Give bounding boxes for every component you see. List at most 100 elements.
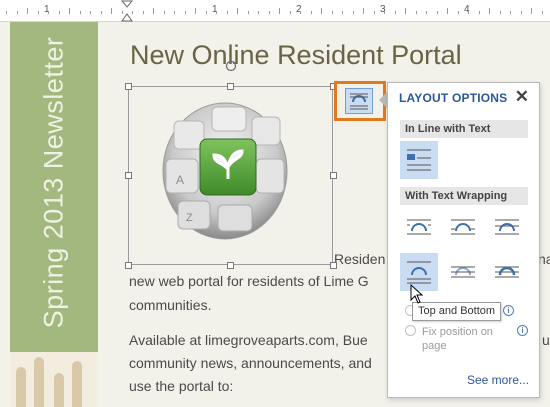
resize-handle[interactable] [125,262,132,269]
body-text-line[interactable]: use the portal to: [129,378,233,394]
body-text-line[interactable]: Residen [334,251,385,267]
wrap-top-bottom-icon [407,261,431,284]
ruler-tick [6,11,7,14]
ruler-tick [279,8,280,14]
sidebar-decoration [10,352,98,407]
ruler-tick [195,8,196,14]
ruler-tick [321,8,322,14]
section-header-wrapping: With Text Wrapping [400,187,528,205]
ruler-tick [331,11,333,14]
resize-handle[interactable] [125,83,132,90]
ruler-tick [226,11,228,14]
body-text-line[interactable]: community news, announcements, and [129,355,372,371]
ruler-tick [436,11,438,14]
ruler-tick [216,11,217,14]
ruler-tick [468,11,469,14]
ruler-tick [541,11,543,14]
document-title[interactable]: New Online Resident Portal [130,40,462,71]
option-tight[interactable] [444,208,482,246]
ruler-tick [384,11,385,14]
ruler-tick [37,11,39,14]
ruler-tick [174,11,175,14]
ruler-tick [268,11,270,14]
ruler-tick [90,11,91,14]
info-icon[interactable]: i [517,325,528,336]
horizontal-ruler[interactable]: 1 1 2 3 4 [0,0,550,22]
resize-handle[interactable] [125,172,132,179]
ruler-tick [405,8,406,14]
resize-handle[interactable] [330,172,337,179]
ruler-tick [184,11,186,14]
ruler-tick [205,11,207,14]
layout-options-button[interactable] [345,88,373,114]
wrap-through-icon [495,219,519,235]
body-text-line[interactable]: new web portal for residents of Lime G [129,273,369,289]
ruler-tick [79,11,81,14]
layout-options-panel: LAYOUT OPTIONS ✕ In Line with Text With … [387,82,540,398]
ruler-tick [363,8,364,14]
ruler-tick [100,11,102,14]
close-icon[interactable]: ✕ [515,87,529,107]
wrap-in-front-icon [495,266,519,278]
panel-pointer [379,92,387,108]
ruler-tick [394,11,396,14]
ruler-tick [478,11,480,14]
resize-handle[interactable] [227,262,234,269]
ruler-tick [69,8,70,14]
radio-fix-position[interactable] [405,325,416,336]
ruler-tick [132,11,133,14]
see-more-link[interactable]: See more... [467,373,529,387]
ruler-tick [153,8,154,14]
body-text-line[interactable]: u [542,332,550,348]
body-text-line[interactable]: Available at limegroveaparts.com, Bue [129,332,368,348]
ruler-tick [531,8,532,14]
svg-text:Z: Z [186,212,193,224]
wrap-square-icon [407,219,431,235]
tooltip: Top and Bottom [412,302,502,321]
ruler-tick [16,11,18,14]
option-in-line-with-text[interactable] [400,141,438,179]
resize-handle[interactable] [227,83,234,90]
ruler-tick [489,8,490,14]
ruler-tick [48,11,49,14]
wrap-tight-icon [451,219,475,235]
ruler-tick [342,11,343,14]
body-text-line[interactable]: communities. [129,297,211,313]
ruler-tick [237,8,238,14]
ruler-tick [499,11,501,14]
ruler-tick [415,11,417,14]
ruler-tick [27,8,28,14]
section-header-inline: In Line with Text [400,120,528,138]
wrap-behind-icon [451,266,475,278]
ruler-tick [247,11,249,14]
ruler-tick [258,11,259,14]
in-line-icon [407,149,431,171]
ruler-tick [426,11,427,14]
ruler-tick [457,11,459,14]
option-in-front-of-text[interactable] [488,253,526,291]
sidebar-text: Spring 2013 Newsletter [38,36,69,328]
mouse-pointer-icon [410,284,424,304]
ruler-tick [289,11,291,14]
ruler-tick [142,11,144,14]
panel-title: LAYOUT OPTIONS [399,91,508,105]
ruler-tick [300,11,301,14]
option-square[interactable] [400,208,438,246]
option-through[interactable] [488,208,526,246]
resize-handle[interactable] [330,262,337,269]
ruler-tick [447,8,448,14]
image-keyboard-key[interactable]: A Z [158,93,292,243]
option-behind-text[interactable] [444,253,482,291]
ruler-tick [352,11,354,14]
ruler-tick [520,11,522,14]
svg-text:A: A [176,173,184,187]
ruler-tick [310,11,312,14]
ruler-tick [111,8,112,14]
info-icon[interactable]: i [503,305,514,316]
ruler-tick [121,11,123,14]
rotate-handle-icon[interactable] [225,60,237,72]
sidebar-banner: Spring 2013 Newsletter [10,22,98,407]
layout-options-icon [350,93,368,110]
ruler-tick [58,11,60,14]
fix-position-label: Fix position on page [422,326,493,352]
